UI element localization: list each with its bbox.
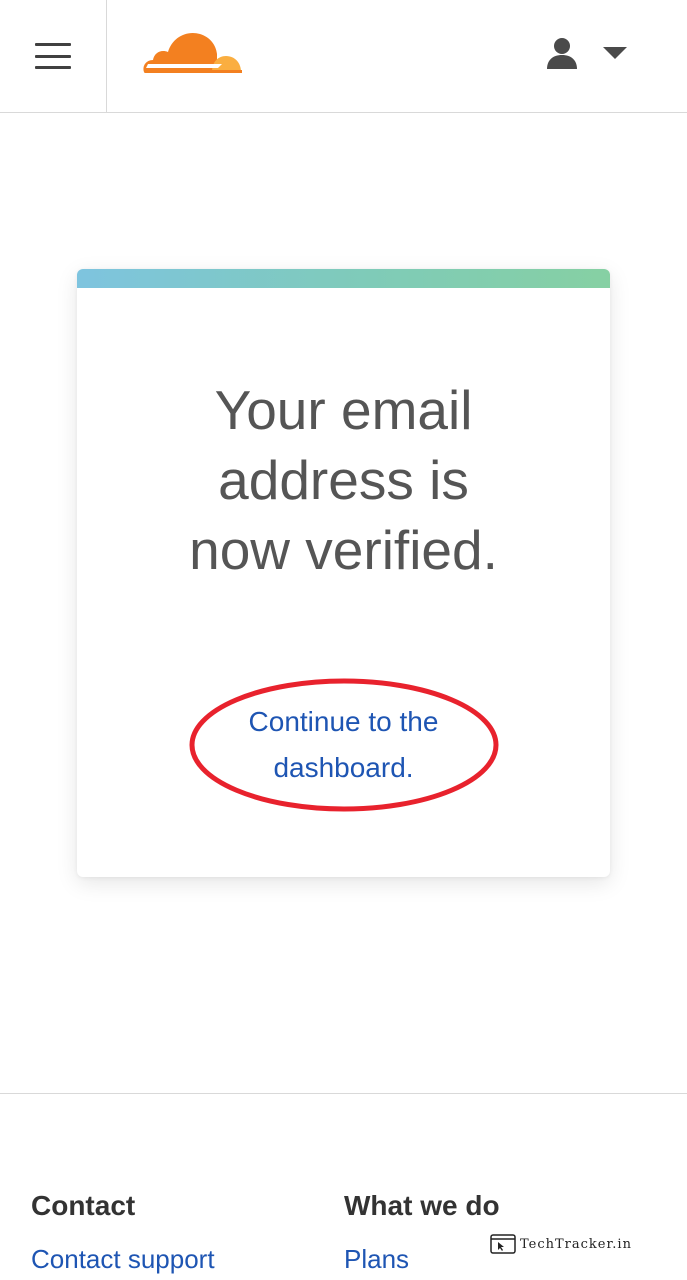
user-icon — [547, 38, 577, 69]
footer-divider — [0, 1093, 687, 1094]
footer-contact-heading: Contact — [31, 1190, 136, 1221]
continue-to-dashboard-link[interactable]: Continue to the dashboard. — [77, 699, 610, 791]
watermark: TechTracker.in — [490, 1233, 632, 1255]
watermark-text: TechTracker.in — [520, 1236, 632, 1252]
contact-support-link[interactable]: Contact support — [31, 1242, 215, 1276]
footer-what-we-do-section: What we do Plans — [344, 1186, 500, 1276]
caret-down-icon — [603, 47, 627, 59]
cloudflare-logo[interactable] — [140, 26, 244, 76]
menu-button[interactable] — [0, 0, 107, 112]
footer-contact-section: Contact Contact support — [31, 1186, 215, 1276]
browser-cursor-icon — [490, 1234, 516, 1254]
footer-what-we-do-heading: What we do — [344, 1190, 500, 1221]
card-accent-bar — [77, 269, 610, 288]
top-nav-bar — [0, 0, 687, 113]
hamburger-menu-icon — [35, 43, 71, 69]
verification-card: Your email address is now verified. Cont… — [77, 269, 610, 877]
verified-message: Your email address is now verified. — [189, 379, 498, 581]
plans-link[interactable]: Plans — [344, 1242, 500, 1276]
user-account-menu[interactable] — [538, 30, 634, 76]
page: Your email address is now verified. Cont… — [0, 0, 687, 1280]
